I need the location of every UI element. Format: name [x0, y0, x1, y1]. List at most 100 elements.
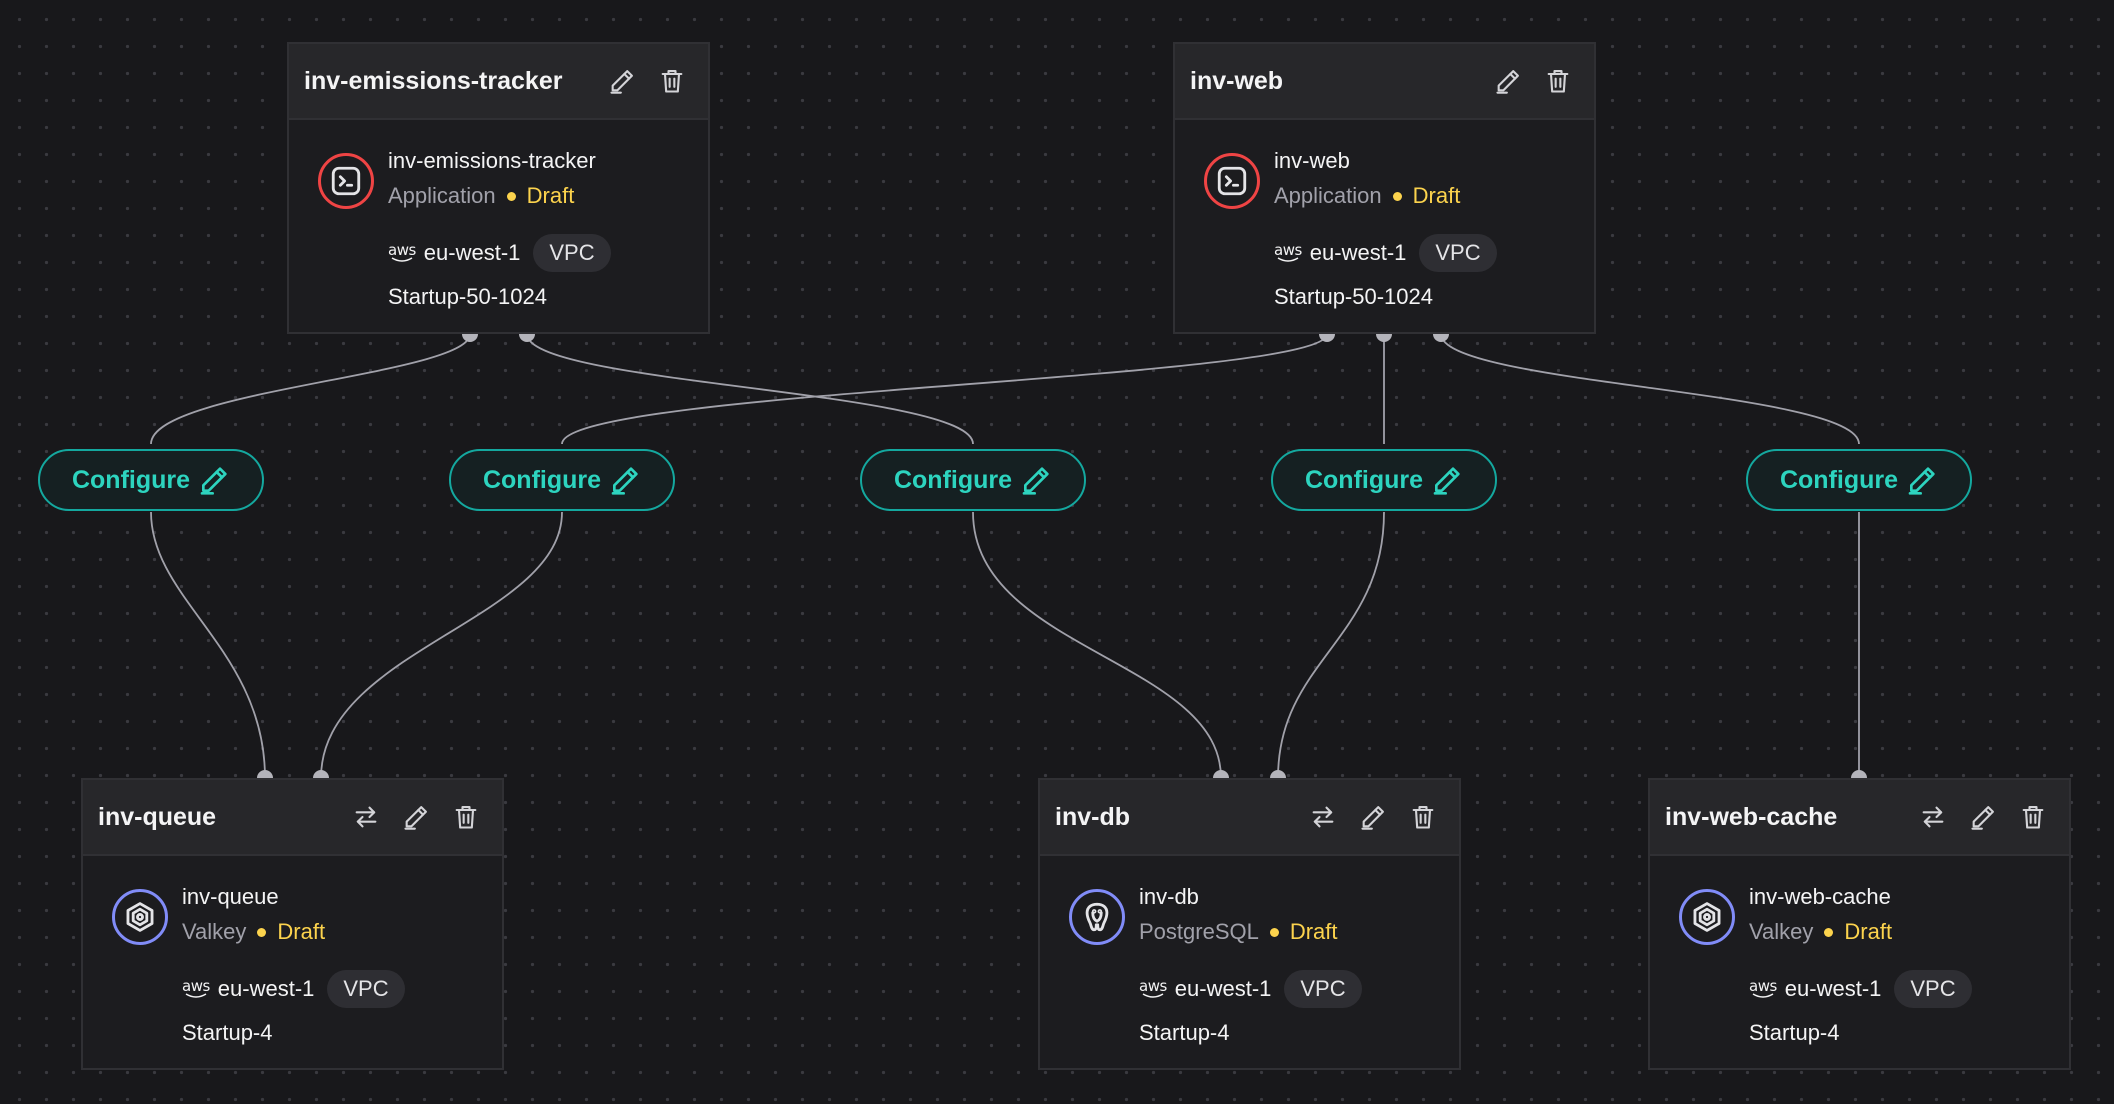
status-dot [1824, 927, 1834, 937]
region-label: eu-west-1 [423, 240, 521, 265]
configure-label: Configure [482, 465, 602, 494]
service-meta: PostgreSQL Draft [1139, 919, 1338, 945]
aws-logo: aws [388, 241, 416, 262]
service-plan: Startup-4 [182, 1020, 273, 1045]
pencil-icon [200, 467, 227, 495]
node-body: inv-emissions-tracker Application Draft … [289, 120, 708, 328]
terminal-icon [1217, 166, 1247, 196]
status-badge: Draft [277, 919, 326, 944]
configure-button[interactable]: Configure [1746, 449, 1972, 511]
node-inv-emissions-tracker[interactable]: inv-emissions-tracker inv-emissions-trac… [287, 42, 710, 334]
service-icon [1679, 889, 1735, 945]
vpc-badge: VPC [533, 234, 611, 272]
node-inv-db[interactable]: inv-db inv-db PostgreSQL Draft aws eu-we… [1038, 778, 1461, 1070]
swap-button[interactable] [344, 795, 388, 839]
swap-arrows-icon [1922, 806, 1944, 828]
delete-button[interactable] [444, 795, 488, 839]
service-region: aws eu-west-1 VPC [1749, 970, 1972, 1008]
aws-logo: aws [1139, 977, 1167, 998]
trash-icon [661, 70, 683, 93]
node-header: inv-emissions-tracker [289, 44, 708, 120]
node-title: inv-web [1190, 66, 1284, 95]
edge-web-to-queue [320, 333, 1328, 779]
edge-emissions-to-db [526, 333, 1222, 779]
configure-button[interactable]: Configure [1271, 449, 1497, 511]
trash-icon [455, 806, 477, 829]
service-name: inv-web [1274, 148, 1350, 173]
node-header: inv-queue [83, 780, 502, 856]
aws-logo: aws [1274, 241, 1302, 262]
status-dot [1269, 927, 1279, 937]
service-icon [318, 153, 374, 209]
edge-web-to-cache [1440, 333, 1860, 778]
configure-label: Configure [71, 465, 191, 494]
pencil-icon [610, 70, 633, 94]
node-body: inv-db PostgreSQL Draft aws eu-west-1 VP… [1040, 856, 1459, 1064]
aws-logo: aws [1749, 977, 1777, 998]
region-label: eu-west-1 [1784, 976, 1882, 1001]
node-inv-web[interactable]: inv-web inv-web Application Draft aws eu… [1173, 42, 1596, 334]
swap-button[interactable] [1301, 795, 1345, 839]
trash-icon [1547, 70, 1569, 93]
service-type: Application [388, 183, 496, 208]
swap-button[interactable] [1911, 795, 1955, 839]
pencil-icon [1022, 467, 1049, 495]
node-title: inv-emissions-tracker [304, 66, 563, 95]
region-label: eu-west-1 [217, 976, 315, 1001]
configure-button[interactable]: Configure [38, 449, 264, 511]
configure-button[interactable]: Configure [449, 449, 675, 511]
pencil-icon [1361, 806, 1384, 830]
delete-button[interactable] [2011, 795, 2055, 839]
status-badge: Draft [1289, 919, 1338, 944]
node-body: inv-web-cache Valkey Draft aws eu-west-1… [1650, 856, 2069, 1064]
status-dot [1392, 191, 1402, 201]
node-inv-queue[interactable]: inv-queue inv-queue Valkey Draft aws eu-… [81, 778, 504, 1070]
service-icon [1069, 889, 1125, 945]
edge-web-to-db [1277, 334, 1385, 779]
node-inv-web-cache[interactable]: inv-web-cache inv-web-cache Valkey Draft… [1648, 778, 2071, 1070]
swap-arrows-icon [1312, 806, 1334, 828]
status-badge: Draft [1844, 919, 1893, 944]
configure-button[interactable]: Configure [860, 449, 1086, 511]
service-region: aws eu-west-1 VPC [182, 970, 405, 1008]
configure-label: Configure [1304, 465, 1424, 494]
edit-button[interactable] [394, 795, 438, 839]
edit-button[interactable] [1961, 795, 2005, 839]
service-plan: Startup-50-1024 [388, 284, 547, 309]
service-type: Application [1274, 183, 1382, 208]
vpc-badge: VPC [1419, 234, 1497, 272]
service-plan: Startup-50-1024 [1274, 284, 1433, 309]
service-name: inv-queue [182, 884, 279, 909]
node-title: inv-db [1055, 802, 1130, 831]
delete-button[interactable] [650, 59, 694, 103]
status-badge: Draft [1412, 183, 1461, 208]
edit-button[interactable] [600, 59, 644, 103]
node-body: inv-web Application Draft aws eu-west-1 … [1175, 120, 1594, 328]
delete-button[interactable] [1536, 59, 1580, 103]
vpc-badge: VPC [1284, 970, 1362, 1008]
node-title: inv-web-cache [1665, 802, 1838, 831]
service-icon [112, 889, 168, 945]
pencil-icon [611, 467, 638, 495]
delete-button[interactable] [1401, 795, 1445, 839]
edge-emissions-to-queue [150, 333, 471, 779]
edit-button[interactable] [1351, 795, 1395, 839]
terminal-icon [331, 166, 361, 196]
valkey-icon [1693, 902, 1721, 932]
status-badge: Draft [526, 183, 575, 208]
node-body: inv-queue Valkey Draft aws eu-west-1 VPC… [83, 856, 502, 1064]
trash-icon [1412, 806, 1434, 829]
pencil-icon [1971, 806, 1994, 830]
service-region: aws eu-west-1 VPC [388, 234, 611, 272]
vpc-badge: VPC [327, 970, 405, 1008]
service-name: inv-db [1139, 884, 1199, 909]
pencil-icon [404, 806, 427, 830]
node-header: inv-db [1040, 780, 1459, 856]
edit-button[interactable] [1486, 59, 1530, 103]
node-title: inv-queue [98, 802, 217, 831]
service-name: inv-web-cache [1749, 884, 1891, 909]
service-plan: Startup-4 [1139, 1020, 1230, 1045]
service-meta: Valkey Draft [182, 919, 325, 945]
swap-arrows-icon [355, 806, 377, 828]
region-label: eu-west-1 [1174, 976, 1272, 1001]
